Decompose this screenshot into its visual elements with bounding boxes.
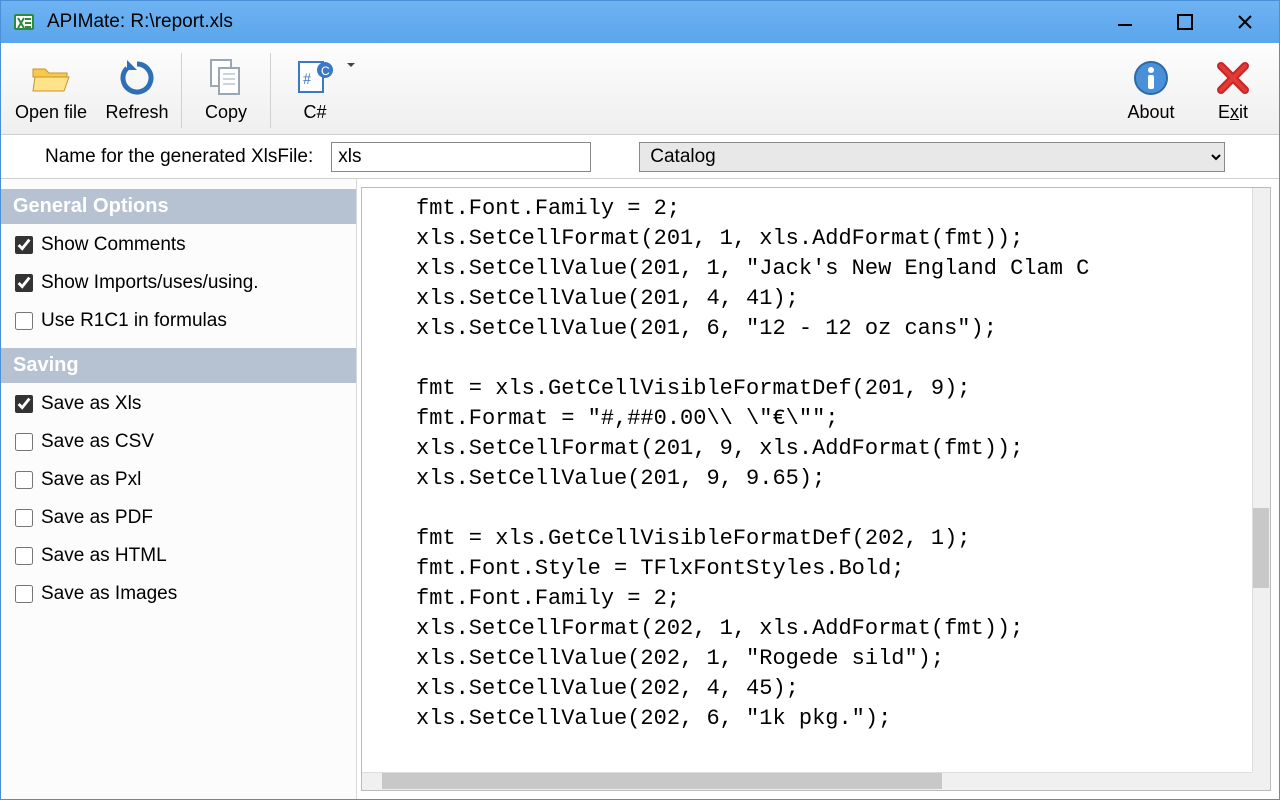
opt-save-pdf[interactable]: Save as PDF	[1, 497, 356, 535]
chk-show-imports[interactable]	[15, 274, 33, 292]
chk-save-html[interactable]	[15, 547, 33, 565]
copy-button[interactable]: Copy	[188, 47, 264, 134]
refresh-label: Refresh	[106, 102, 169, 123]
refresh-button[interactable]: Refresh	[99, 47, 175, 134]
opt-show-imports[interactable]: Show Imports/uses/using.	[1, 262, 356, 300]
folder-open-icon	[30, 56, 72, 100]
about-button[interactable]: About	[1113, 47, 1189, 134]
chk-use-r1c1[interactable]	[15, 312, 33, 330]
lbl-save-images: Save as Images	[41, 583, 177, 605]
lbl-save-xls: Save as Xls	[41, 393, 141, 415]
copy-label: Copy	[205, 102, 247, 123]
window-title: APIMate: R:\report.xls	[47, 11, 233, 33]
language-label: C#	[304, 102, 327, 123]
info-icon	[1132, 56, 1170, 100]
xlsfile-name-input[interactable]	[331, 142, 591, 172]
lbl-save-pdf: Save as PDF	[41, 507, 153, 529]
csharp-icon: # C	[295, 56, 335, 100]
minimize-button[interactable]	[1095, 4, 1155, 40]
chk-save-csv[interactable]	[15, 433, 33, 451]
refresh-icon	[117, 56, 157, 100]
opt-show-comments[interactable]: Show Comments	[1, 224, 356, 262]
section-general-options: General Options	[1, 189, 356, 224]
maximize-button[interactable]	[1155, 4, 1215, 40]
close-button[interactable]	[1215, 4, 1275, 40]
scroll-corner	[1252, 772, 1270, 790]
section-saving: Saving	[1, 348, 356, 383]
chk-save-pxl[interactable]	[15, 471, 33, 489]
open-file-label: Open file	[15, 102, 87, 123]
options-sidebar: General Options Show Comments Show Impor…	[1, 179, 357, 799]
exit-button[interactable]: Exit	[1195, 47, 1271, 134]
main-area: General Options Show Comments Show Impor…	[1, 179, 1279, 799]
close-x-icon	[1215, 56, 1251, 100]
svg-text:C: C	[321, 64, 330, 78]
opt-save-csv[interactable]: Save as CSV	[1, 421, 356, 459]
sheet-dropdown[interactable]: Catalog	[639, 142, 1225, 172]
toolbar: Open file Refresh	[1, 43, 1279, 135]
chk-save-xls[interactable]	[15, 395, 33, 413]
chk-save-images[interactable]	[15, 585, 33, 603]
xlsfile-name-label: Name for the generated XlsFile:	[15, 146, 313, 168]
chk-show-comments[interactable]	[15, 236, 33, 254]
lbl-show-imports: Show Imports/uses/using.	[41, 272, 259, 294]
exit-label: Exit	[1218, 102, 1248, 123]
lbl-show-comments: Show Comments	[41, 234, 186, 256]
vertical-scroll-thumb[interactable]	[1253, 508, 1269, 588]
svg-text:#: #	[303, 71, 311, 88]
language-button[interactable]: # C C#	[277, 47, 353, 134]
lbl-save-html: Save as HTML	[41, 545, 167, 567]
lbl-save-csv: Save as CSV	[41, 431, 154, 453]
app-icon	[11, 9, 37, 35]
copy-icon	[207, 56, 245, 100]
lbl-save-pxl: Save as Pxl	[41, 469, 141, 491]
titlebar: APIMate: R:\report.xls	[1, 1, 1279, 43]
chk-save-pdf[interactable]	[15, 509, 33, 527]
opt-save-xls[interactable]: Save as Xls	[1, 383, 356, 421]
opt-save-pxl[interactable]: Save as Pxl	[1, 459, 356, 497]
opt-save-images[interactable]: Save as Images	[1, 573, 356, 611]
open-file-button[interactable]: Open file	[9, 47, 93, 134]
vertical-scrollbar[interactable]	[1252, 188, 1270, 772]
code-text[interactable]: fmt.Font.Family = 2; xls.SetCellFormat(2…	[362, 188, 1270, 790]
opt-use-r1c1[interactable]: Use R1C1 in formulas	[1, 300, 356, 338]
opt-save-html[interactable]: Save as HTML	[1, 535, 356, 573]
lbl-use-r1c1: Use R1C1 in formulas	[41, 310, 227, 332]
about-label: About	[1127, 102, 1174, 123]
code-viewer: fmt.Font.Family = 2; xls.SetCellFormat(2…	[361, 187, 1271, 791]
horizontal-scroll-thumb[interactable]	[382, 773, 942, 789]
sub-toolbar: Name for the generated XlsFile: Catalog	[1, 135, 1279, 179]
